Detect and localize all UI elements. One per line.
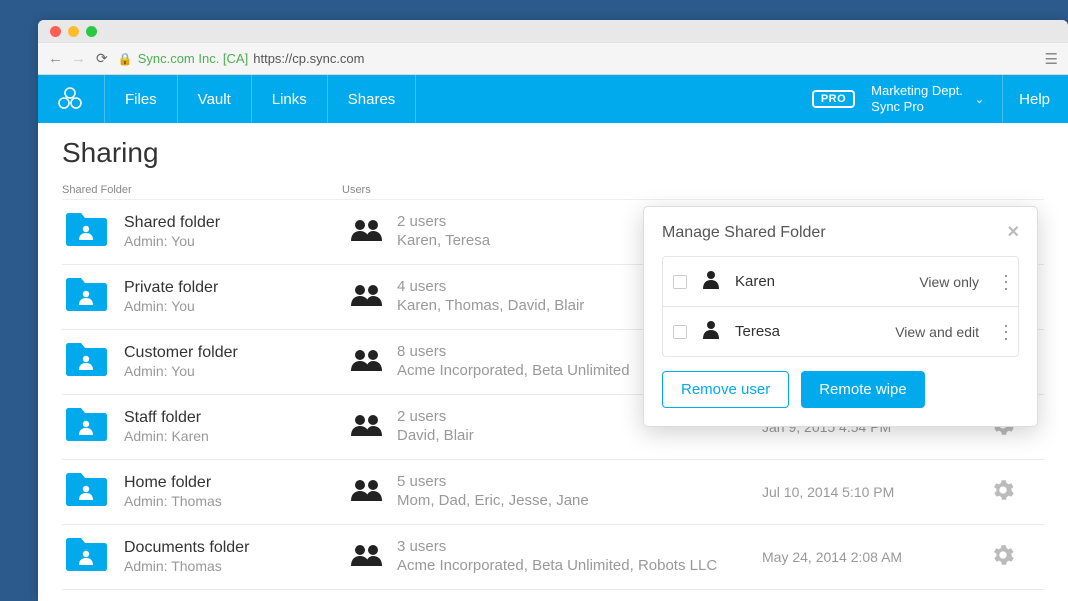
url-text: https://cp.sync.com	[253, 51, 364, 66]
manage-shared-folder-dialog: Manage Shared Folder × Karen View only ·…	[643, 206, 1038, 427]
nav-tab-shares[interactable]: Shares	[328, 75, 417, 123]
user-checkbox[interactable]	[673, 275, 687, 289]
main-nav: Files Vault Links Shares	[104, 75, 416, 123]
account-dropdown[interactable]: Marketing Dept. Sync Pro ⌄	[871, 75, 1003, 123]
url-field[interactable]: 🔒 Sync.com Inc. [CA] https://cp.sync.com	[118, 51, 1035, 66]
shared-folder-icon	[64, 342, 108, 382]
menu-icon[interactable]: ☰	[1045, 50, 1058, 68]
browser-window: ← → ⟳ 🔒 Sync.com Inc. [CA] https://cp.sy…	[38, 20, 1068, 601]
help-link[interactable]: Help	[1019, 91, 1050, 108]
share-date: Jul 10, 2014 5:10 PM	[762, 484, 992, 500]
users-count: 2 users	[397, 408, 474, 427]
folder-admin: Admin: Karen	[124, 428, 209, 446]
user-checkbox[interactable]	[673, 325, 687, 339]
nav-tab-links[interactable]: Links	[252, 75, 328, 123]
users-count: 3 users	[397, 538, 717, 557]
shared-folder-icon	[64, 212, 108, 252]
person-icon	[701, 319, 721, 344]
users-names: Acme Incorporated, Beta Unlimited, Robot…	[397, 557, 717, 576]
shared-user-name: Teresa	[735, 323, 881, 340]
chevron-down-icon: ⌄	[975, 93, 984, 106]
users-icon	[350, 479, 383, 506]
folder-admin: Admin: Thomas	[124, 493, 222, 511]
folder-admin: Admin: You	[124, 298, 218, 316]
remote-wipe-button[interactable]: Remote wipe	[801, 371, 925, 408]
folder-name: Documents folder	[124, 538, 249, 558]
folder-name: Customer folder	[124, 343, 238, 363]
users-names: Mom, Dad, Eric, Jesse, Jane	[397, 492, 589, 511]
table-row[interactable]: Home folder Admin: Thomas 5 users Mom, D…	[62, 460, 1044, 525]
shared-user-permission: View only	[919, 274, 989, 290]
users-names: David, Blair	[397, 427, 474, 446]
shared-folder-icon	[64, 277, 108, 317]
window-titlebar	[38, 20, 1068, 42]
minimize-window-button[interactable]	[68, 26, 79, 37]
users-icon	[350, 414, 383, 441]
dialog-title: Manage Shared Folder	[662, 224, 826, 242]
table-header: Shared Folder Users	[62, 181, 1044, 200]
users-icon	[350, 349, 383, 376]
folder-name: Private folder	[124, 278, 218, 298]
app-header: Files Vault Links Shares PRO Marketing D…	[38, 75, 1068, 123]
shared-folder-icon	[64, 472, 108, 512]
users-icon	[350, 284, 383, 311]
account-name: Marketing Dept.	[871, 83, 963, 99]
users-icon	[350, 219, 383, 246]
shared-user-row: Teresa View and edit ···	[662, 307, 1019, 357]
shared-folder-icon	[64, 537, 108, 577]
folder-admin: Admin: You	[124, 233, 220, 251]
page-title: Sharing	[62, 137, 1044, 169]
sync-logo-icon	[56, 85, 84, 113]
folder-admin: Admin: You	[124, 363, 238, 381]
pro-badge: PRO	[812, 90, 855, 108]
close-window-button[interactable]	[50, 26, 61, 37]
nav-tab-vault[interactable]: Vault	[178, 75, 252, 123]
users-names: Acme Incorporated, Beta Unlimited	[397, 362, 630, 381]
account-plan: Sync Pro	[871, 99, 963, 115]
gear-icon[interactable]	[992, 479, 1042, 506]
share-date: May 24, 2014 2:08 AM	[762, 549, 992, 565]
maximize-window-button[interactable]	[86, 26, 97, 37]
forward-button[interactable]: →	[71, 50, 86, 67]
users-count: 4 users	[397, 278, 584, 297]
more-options-icon[interactable]: ···	[1003, 272, 1008, 291]
lock-icon: 🔒	[118, 52, 133, 66]
close-icon[interactable]: ×	[1007, 221, 1019, 244]
users-count: 2 users	[397, 213, 490, 232]
col-header-folder: Shared Folder	[62, 184, 342, 196]
col-header-users: Users	[342, 184, 762, 196]
gear-icon[interactable]	[992, 544, 1042, 571]
folder-name: Shared folder	[124, 213, 220, 233]
reload-button[interactable]: ⟳	[96, 50, 108, 67]
users-icon	[350, 544, 383, 571]
users-names: Karen, Teresa	[397, 232, 490, 251]
folder-name: Staff folder	[124, 408, 209, 428]
users-names: Karen, Thomas, David, Blair	[397, 297, 584, 316]
shared-folder-icon	[64, 407, 108, 447]
person-icon	[701, 269, 721, 294]
ssl-cert-label: Sync.com Inc. [CA]	[138, 51, 249, 66]
shared-user-row: Karen View only ···	[662, 256, 1019, 307]
users-count: 5 users	[397, 473, 589, 492]
folder-name: Home folder	[124, 473, 222, 493]
folder-admin: Admin: Thomas	[124, 558, 249, 576]
users-count: 8 users	[397, 343, 630, 362]
table-row[interactable]: Documents folder Admin: Thomas 3 users A…	[62, 525, 1044, 590]
remove-user-button[interactable]: Remove user	[662, 371, 789, 408]
more-options-icon[interactable]: ···	[1003, 322, 1008, 341]
shared-user-permission: View and edit	[895, 324, 989, 340]
shared-user-name: Karen	[735, 273, 905, 290]
address-bar: ← → ⟳ 🔒 Sync.com Inc. [CA] https://cp.sy…	[38, 42, 1068, 75]
nav-tab-files[interactable]: Files	[104, 75, 178, 123]
back-button[interactable]: ←	[48, 50, 63, 67]
